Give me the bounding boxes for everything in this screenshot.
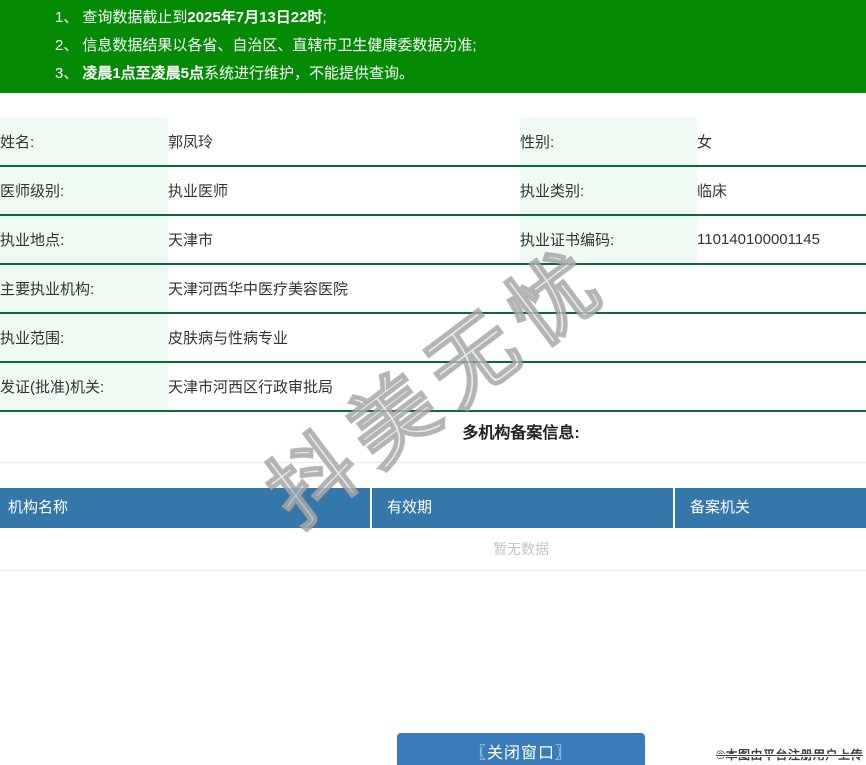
table-row: 医师级别: 执业医师 执业类别: 临床 — [0, 166, 866, 216]
notice-text: ; — [322, 9, 327, 26]
field-label-practice-scope: 执业范围: — [0, 313, 168, 363]
column-header-institution-name: 机构名称 — [8, 499, 69, 516]
filing-table-header: 机构名称 有效期 备案机关 — [0, 488, 866, 528]
notice-item-1: 1、 查询数据截止到2025年7月13日22时; — [55, 4, 866, 32]
close-window-button[interactable]: 〖关闭窗口〗 — [397, 733, 645, 765]
column-header-filing-authority: 备案机关 — [673, 488, 866, 528]
field-value-issuing-authority: 天津市河西区行政审批局 — [168, 362, 866, 412]
field-label-main-institution: 主要执业机构: — [0, 264, 168, 314]
field-value-main-institution: 天津河西华中医疗美容医院 — [168, 264, 866, 314]
notice-number: 3、 — [55, 65, 79, 82]
field-value-practice-location: 天津市 — [168, 215, 520, 265]
field-value-name: 郭凤玲 — [168, 118, 520, 167]
field-label-practice-location: 执业地点: — [0, 215, 168, 265]
notice-text: 系统进行维护，不能提供查询。 — [204, 65, 415, 82]
field-value-practice-category: 临床 — [697, 166, 866, 216]
field-label-practice-category: 执业类别: — [520, 166, 697, 216]
notice-banner: 1、 查询数据截止到2025年7月13日22时; 2、 信息数据结果以各省、自治区、… — [0, 0, 866, 93]
notice-text-bold: 2025年7月13日22时 — [187, 9, 323, 26]
query-result-page: 1、 查询数据截止到2025年7月13日22时; 2、 信息数据结果以各省、自治区、… — [0, 0, 866, 765]
field-value-doctor-level: 执业医师 — [168, 166, 520, 216]
field-label-gender: 性别: — [520, 118, 697, 167]
doctor-info-table: 姓名: 郭凤玲 性别: 女 医师级别: 执业医师 执业类别: 临床 执业地点: … — [0, 118, 866, 412]
notice-item-3: 3、 凌晨1点至凌晨5点系统进行维护，不能提供查询。 — [55, 60, 866, 88]
field-value-practice-scope: 皮肤病与性病专业 — [168, 313, 866, 363]
notice-text-bold: 凌晨1点至凌晨5点 — [82, 65, 205, 82]
table-row: 执业地点: 天津市 执业证书编码: 110140100001145 — [0, 215, 866, 265]
field-label-doctor-level: 医师级别: — [0, 166, 168, 216]
section-title-multi-institution: 多机构备案信息: — [462, 425, 580, 442]
notice-text: 信息数据结果以各省、自治区、直辖市卫生健康委数据为准; — [82, 37, 477, 54]
table-row: 执业范围: 皮肤病与性病专业 — [0, 313, 866, 363]
field-value-certificate-code: 110140100001145 — [697, 215, 866, 265]
column-header-validity-period: 有效期 — [370, 488, 673, 528]
field-label-name: 姓名: — [0, 118, 168, 167]
notice-item-2: 2、 信息数据结果以各省、自治区、直辖市卫生健康委数据为准; — [55, 32, 866, 60]
table-row: 主要执业机构: 天津河西华中医疗美容医院 — [0, 264, 866, 314]
table-row: 姓名: 郭凤玲 性别: 女 — [0, 118, 866, 167]
filing-table: 机构名称 有效期 备案机关 暂无数据 — [0, 488, 866, 571]
copyright-watermark: ©本图由平台注册用户上传 — [716, 748, 863, 762]
divider — [0, 462, 866, 463]
empty-data-text: 暂无数据 — [0, 528, 866, 571]
notice-number: 1、 — [55, 9, 79, 26]
field-label-certificate-code: 执业证书编码: — [520, 215, 697, 265]
notice-number: 2、 — [55, 37, 79, 54]
field-value-gender: 女 — [697, 118, 866, 167]
field-label-issuing-authority: 发证(批准)机关: — [0, 362, 168, 412]
table-row: 发证(批准)机关: 天津市河西区行政审批局 — [0, 362, 866, 412]
notice-text: 查询数据截止到 — [82, 9, 188, 26]
